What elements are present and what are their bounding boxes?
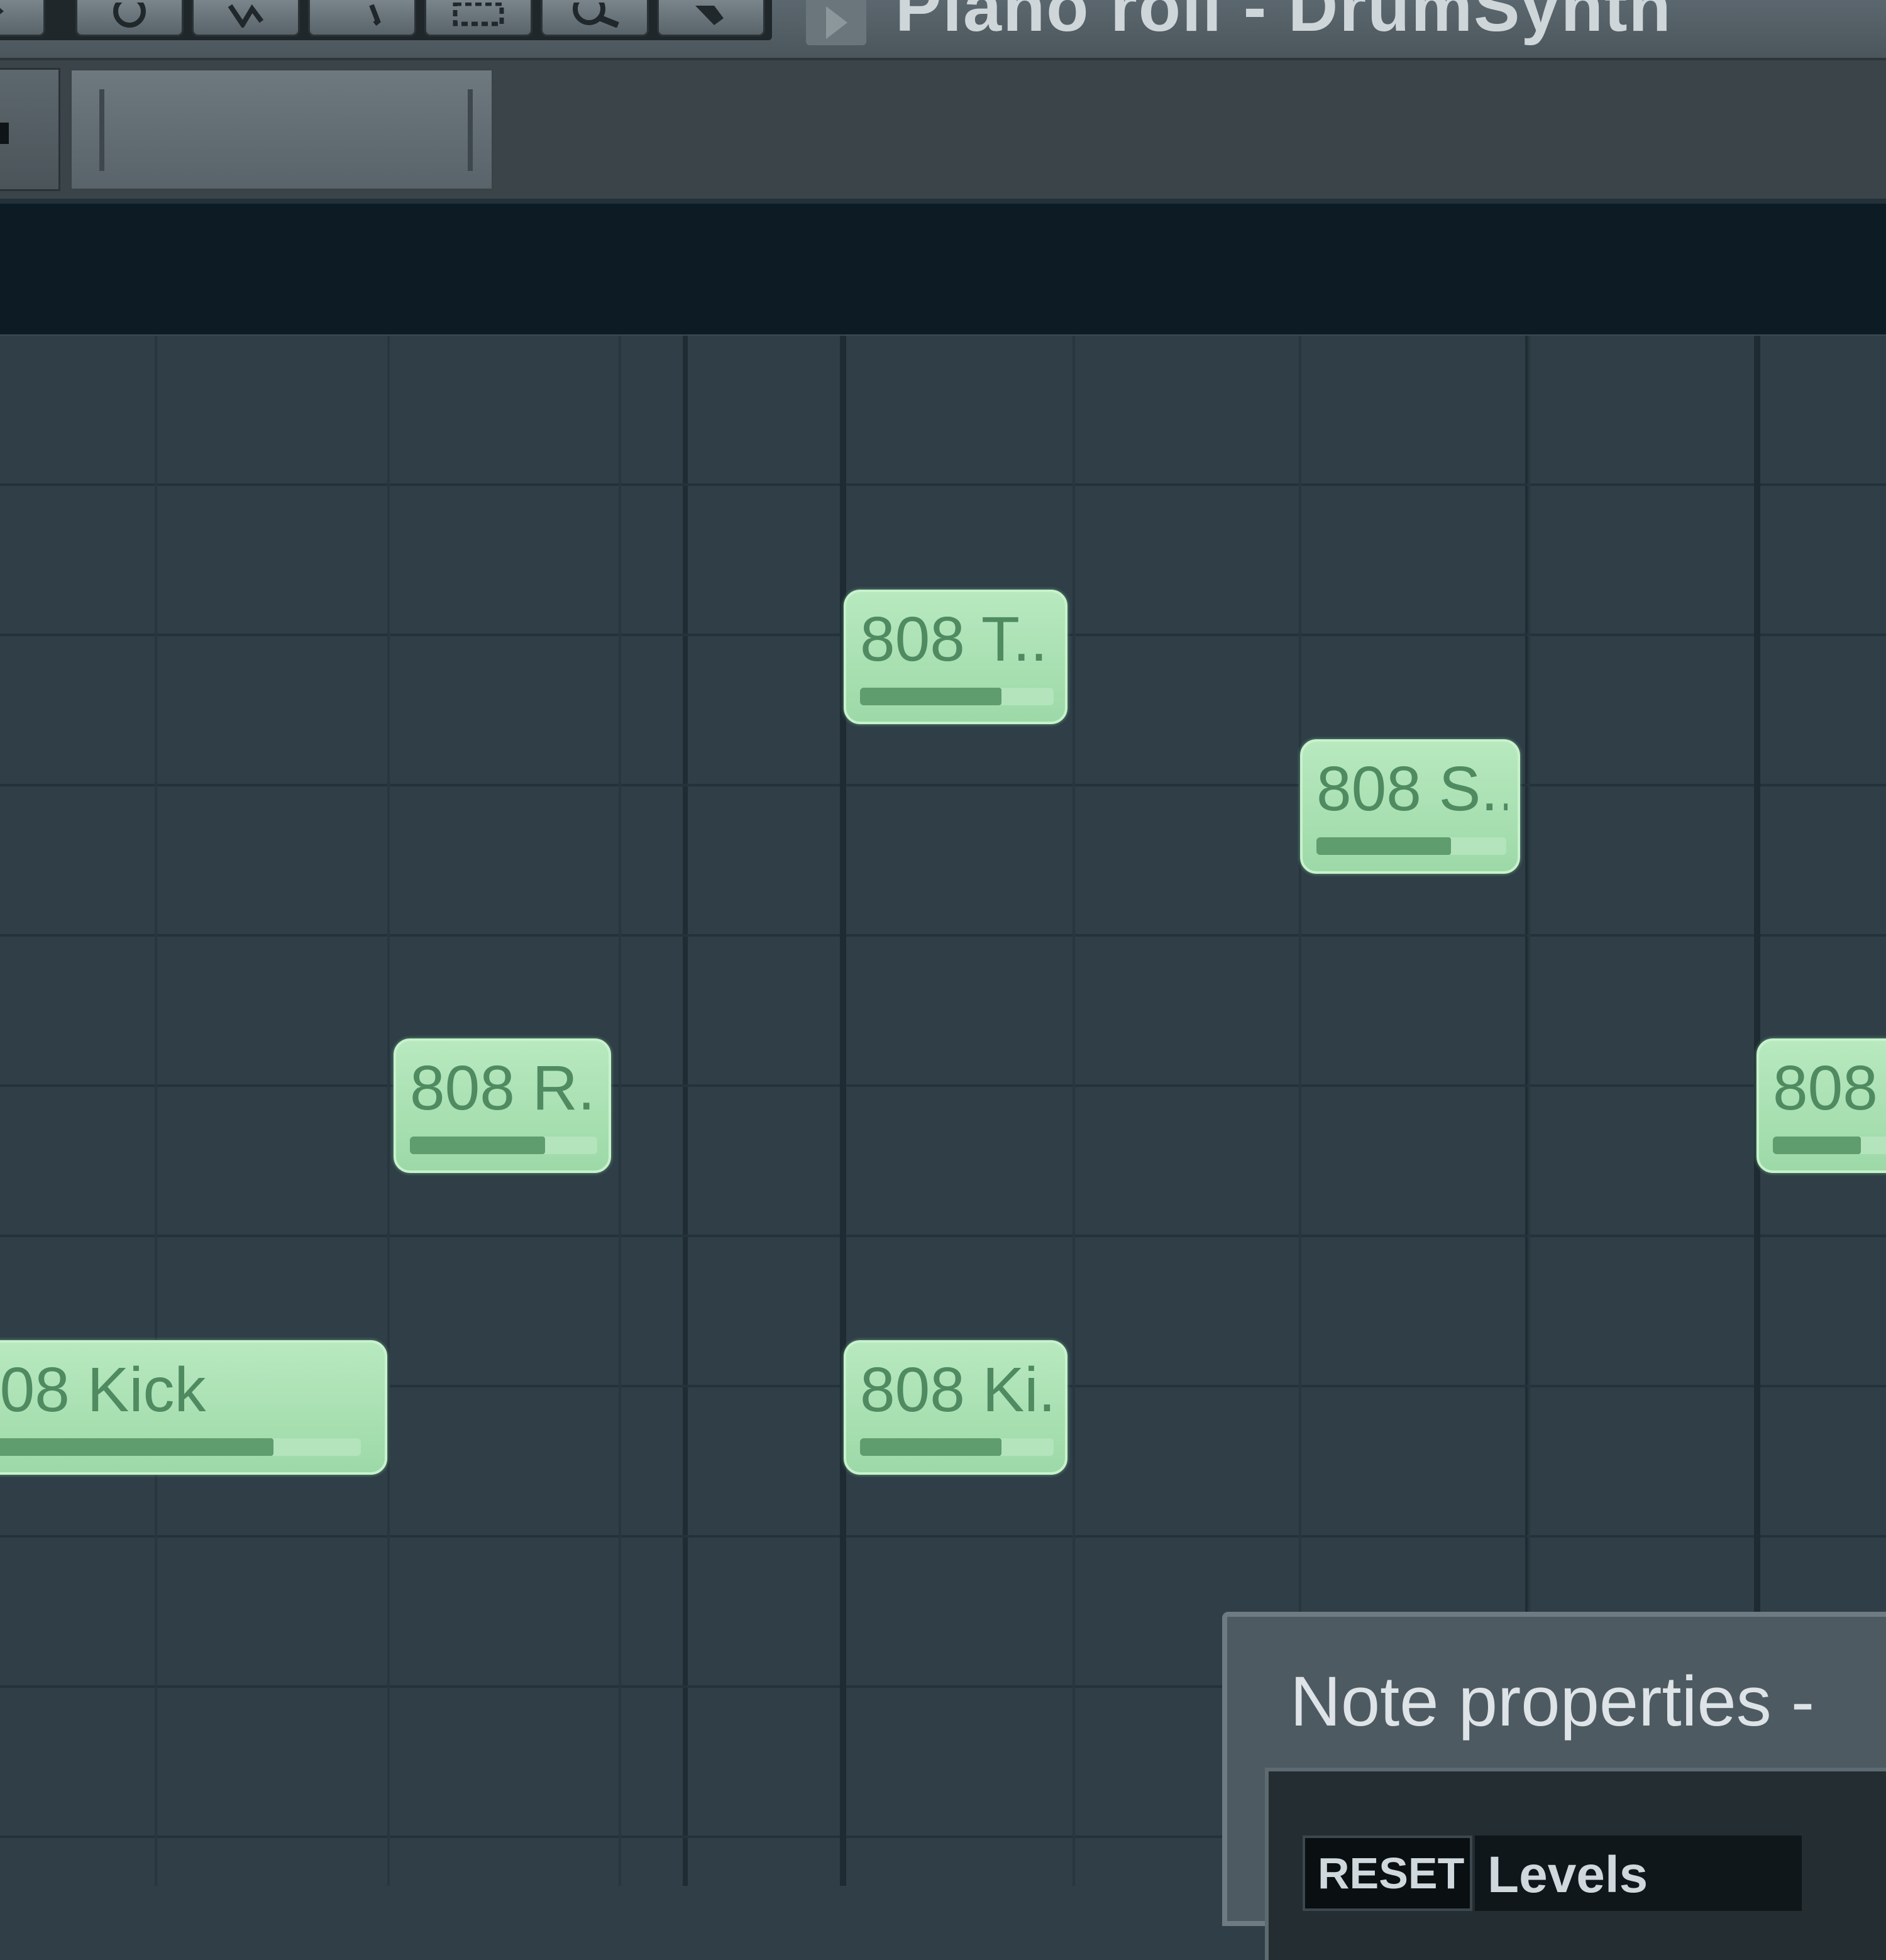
snap-indicator-icon (0, 123, 9, 144)
draw-tool-button[interactable] (0, 0, 45, 36)
scroll-grip-left[interactable] (99, 89, 104, 171)
note-label: 808 Ki.. (860, 1355, 1055, 1425)
reset-button[interactable]: RESET (1303, 1836, 1472, 1911)
note-label: 808 (1773, 1053, 1878, 1123)
delete-icon (228, 4, 264, 28)
note-block[interactable]: 808 S.. (1300, 739, 1520, 874)
grid-beat-line (619, 336, 621, 1886)
tool-group (0, 0, 772, 40)
note-label: 808 S.. (1316, 754, 1508, 824)
select-tool-button[interactable] (424, 0, 532, 36)
zoom-icon (573, 2, 619, 28)
velocity-bar (1773, 1137, 1886, 1154)
note-label: 808 R.. (410, 1053, 598, 1123)
scroll-grip-right[interactable] (468, 89, 473, 171)
velocity-bar (410, 1137, 597, 1154)
note-properties-dialog: Note properties - RESET Levels (1222, 1612, 1886, 1960)
velocity-bar (860, 1438, 1054, 1456)
note-block[interactable]: 808 Ki.. (844, 1340, 1067, 1475)
tab-levels[interactable]: Levels (1475, 1836, 1802, 1911)
paint-tool-button[interactable] (75, 0, 184, 36)
note-block[interactable]: 808 Kick (0, 1340, 387, 1475)
dialog-body: RESET Levels (1265, 1768, 1886, 1960)
playback-tool-button[interactable] (657, 0, 765, 36)
note-label: 808 Kick (0, 1355, 206, 1425)
zoom-tool-button[interactable] (541, 0, 649, 36)
grid-beat-line (387, 336, 390, 1886)
note-block[interactable]: 808 R.. (394, 1038, 611, 1173)
select-icon (453, 2, 504, 26)
piano-roll-toolbar: Piano roll - DrumSynth (0, 0, 1886, 60)
delete-tool-button[interactable] (192, 0, 300, 36)
velocity-fill (410, 1137, 545, 1154)
velocity-bar (1316, 837, 1506, 855)
note-block[interactable]: 808 (1756, 1038, 1886, 1173)
velocity-bar (0, 1438, 361, 1456)
velocity-fill (860, 688, 1001, 705)
velocity-fill (860, 1438, 1001, 1456)
note-block[interactable]: 808 T.. (844, 590, 1067, 724)
timeline-ruler[interactable] (0, 199, 1886, 341)
note-label: 808 T.. (860, 604, 1048, 674)
brush-icon (113, 2, 146, 28)
grid-bar-line (840, 336, 846, 1886)
arrow-right-icon (826, 6, 847, 39)
dialog-title: Note properties - (1290, 1662, 1815, 1741)
velocity-bar (860, 688, 1054, 705)
window-title: Piano roll - DrumSynth (895, 0, 1672, 46)
snap-button[interactable] (0, 68, 60, 191)
horizontal-scroll-handle[interactable] (69, 68, 494, 191)
grid-beat-line (155, 336, 157, 1886)
grid-beat-line (1073, 336, 1075, 1886)
velocity-fill (1773, 1137, 1861, 1154)
velocity-fill (0, 1438, 274, 1456)
velocity-fill (1316, 837, 1452, 855)
piano-roll-subbar (0, 60, 1886, 199)
mute-icon (369, 4, 381, 26)
window-menu-arrow[interactable] (806, 0, 866, 45)
pencil-icon (0, 8, 4, 14)
mute-tool-button[interactable] (308, 0, 416, 36)
speaker-icon (695, 5, 724, 25)
